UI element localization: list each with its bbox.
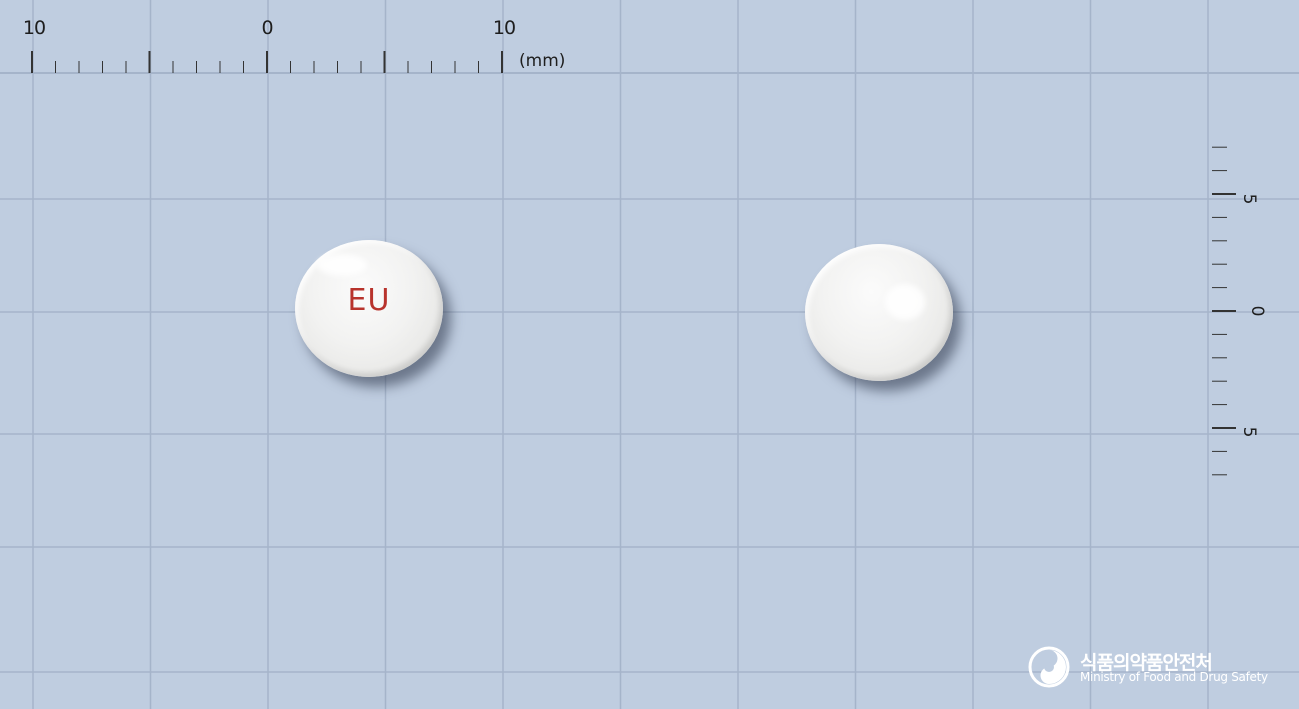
right-scale-label-bottom: 5 — [1239, 426, 1259, 438]
top-scale-label-zero: 0 — [261, 17, 273, 39]
pill-back-side — [805, 244, 953, 381]
right-scale-label-zero: 0 — [1247, 305, 1267, 317]
unit-label: (mm) — [519, 51, 566, 71]
mfds-emblem-icon — [1028, 646, 1070, 688]
pill-highlight — [317, 254, 367, 276]
pill-imprint: EU — [347, 283, 391, 318]
right-scale-label-top: 5 — [1239, 193, 1259, 205]
top-scale-label-left: 10 — [22, 17, 46, 39]
mfds-logo: 식품의약품안전처 Ministry of Food and Drug Safet… — [1028, 646, 1278, 690]
grid-background — [0, 0, 1299, 709]
pill-highlight — [885, 284, 925, 320]
logo-english-text: Ministry of Food and Drug Safety — [1080, 670, 1268, 684]
pill-front-side: EU — [295, 240, 443, 377]
top-scale-label-right: 10 — [492, 17, 516, 39]
